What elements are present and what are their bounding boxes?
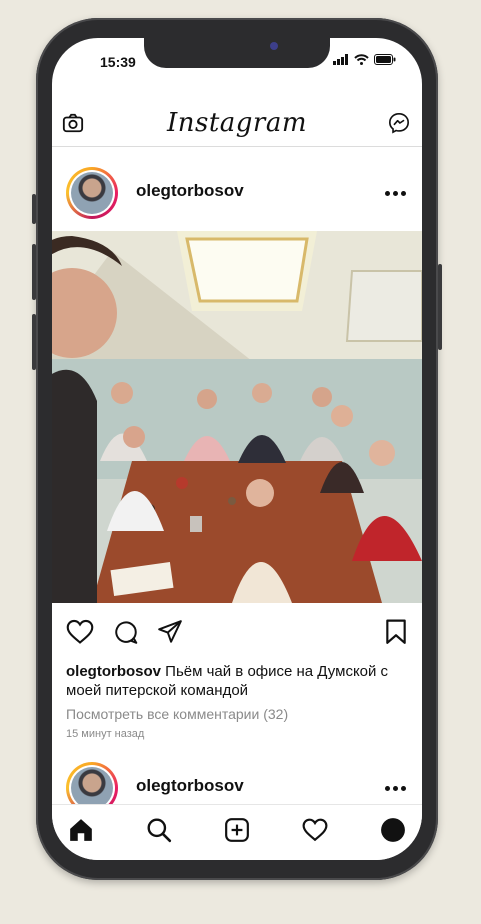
add-icon[interactable] <box>224 817 250 843</box>
instagram-logo: Instagram <box>166 108 308 138</box>
wifi-icon <box>354 54 369 65</box>
post-username[interactable]: olegtorbosov <box>136 181 244 201</box>
phone-frame: 15:39 Instagram olegtorbosov olegtorboso… <box>32 18 442 880</box>
avatar[interactable] <box>66 167 118 219</box>
post-photo[interactable] <box>52 231 422 603</box>
volume-up-button <box>32 244 36 300</box>
activity-heart-icon[interactable] <box>302 817 328 843</box>
next-more-options-icon[interactable] <box>385 786 406 791</box>
battery-icon <box>374 54 396 65</box>
post-header: olegtorbosov <box>52 161 422 221</box>
next-avatar-photo <box>71 767 113 809</box>
avatar-photo <box>71 172 113 214</box>
volume-down-button <box>32 314 36 370</box>
silent-switch <box>32 194 36 224</box>
avatar-border <box>69 170 115 216</box>
app-header: Instagram <box>52 100 422 147</box>
home-icon[interactable] <box>68 817 94 843</box>
view-comments-link[interactable]: Посмотреть все комментарии (32) <box>66 706 288 722</box>
heart-icon[interactable] <box>66 619 94 645</box>
notch <box>144 38 330 68</box>
status-time: 15:39 <box>100 54 136 70</box>
post-actions <box>52 619 422 649</box>
caption-username[interactable]: olegtorbosov <box>66 663 161 680</box>
profile-icon[interactable] <box>380 817 406 843</box>
search-icon[interactable] <box>146 817 172 843</box>
more-options-icon[interactable] <box>385 191 406 196</box>
bookmark-icon[interactable] <box>384 619 408 645</box>
comment-icon[interactable] <box>112 619 140 645</box>
power-button <box>438 264 442 350</box>
front-camera <box>270 42 278 50</box>
messenger-icon[interactable] <box>388 112 410 134</box>
signal-icon <box>333 54 348 65</box>
post-caption: olegtorbosov Пьём чай в офисе на Думской… <box>66 662 411 700</box>
screen: 15:39 Instagram olegtorbosov olegtorboso… <box>52 38 422 860</box>
post-timestamp: 15 минут назад <box>66 728 145 740</box>
next-post-username[interactable]: olegtorbosov <box>136 776 244 796</box>
bottom-tab-bar <box>52 804 422 860</box>
status-icons <box>333 54 396 65</box>
share-icon[interactable] <box>156 619 184 645</box>
